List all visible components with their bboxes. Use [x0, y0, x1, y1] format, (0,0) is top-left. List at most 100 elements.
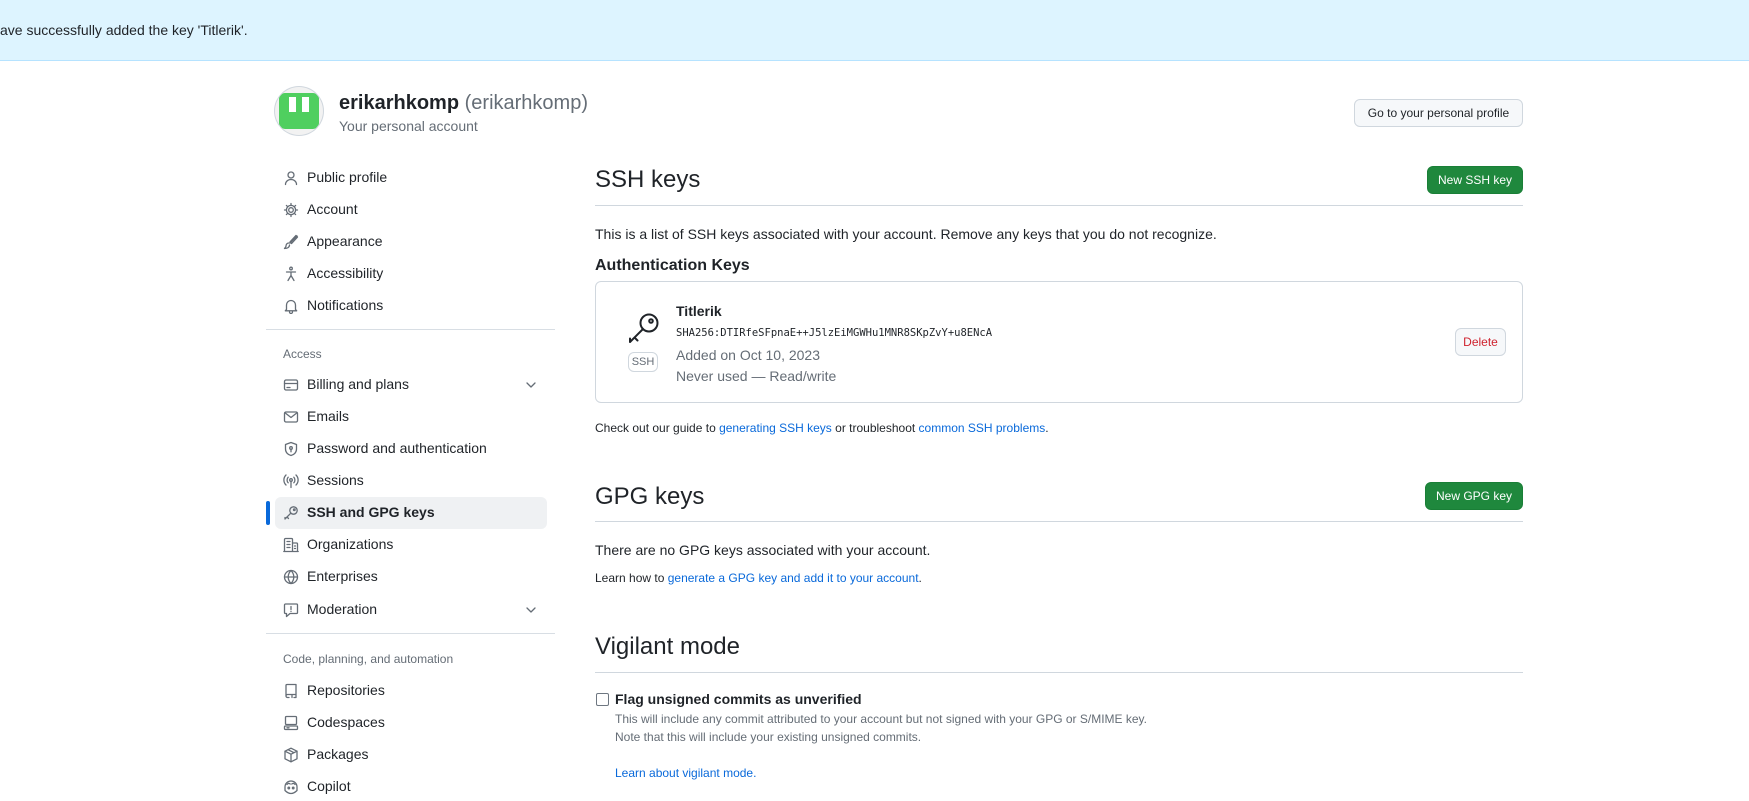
generate-gpg-key-link[interactable]: generate a GPG key and add it to your ac… — [668, 571, 919, 585]
new-gpg-key-button[interactable]: New GPG key — [1425, 482, 1523, 510]
credit-card-icon — [283, 379, 299, 391]
ssh-description: This is a list of SSH keys associated wi… — [595, 226, 1217, 242]
mail-icon — [283, 411, 299, 423]
key-title: Titlerik — [676, 303, 722, 319]
shield-lock-icon — [284, 441, 298, 457]
sidebar-item-label: Sessions — [307, 472, 364, 488]
sidebar-item-label: Organizations — [307, 536, 394, 552]
sidebar-item-ssh-gpg-keys[interactable]: SSH and GPG keys — [275, 497, 547, 529]
active-nav-marker — [266, 501, 270, 525]
flash-banner: ave successfully added the key 'Titlerik… — [0, 0, 1749, 61]
vigilant-note-2: Note that this will include your existin… — [615, 730, 922, 744]
account-username[interactable]: erikarhkomp — [339, 92, 459, 114]
sidebar-item-codespaces[interactable]: Codespaces — [275, 707, 547, 739]
generating-ssh-keys-link[interactable]: generating SSH keys — [719, 421, 832, 435]
vigilant-mode-checkbox[interactable] — [596, 693, 609, 706]
gear-icon — [283, 202, 299, 218]
sidebar-item-label: Account — [307, 201, 358, 217]
key-icon — [284, 506, 298, 520]
chevron-down-icon — [526, 382, 536, 388]
sidebar-item-label: Packages — [307, 746, 369, 762]
sidebar-item-sessions[interactable]: Sessions — [275, 465, 547, 497]
sidebar-item-account[interactable]: Account — [275, 194, 547, 226]
ssh-guide-text: Check out our guide to generating SSH ke… — [595, 421, 1049, 435]
key-usage: Never used — Read/write — [676, 368, 837, 384]
sidebar-item-label: Emails — [307, 408, 350, 424]
organization-icon — [283, 537, 299, 553]
new-ssh-key-button[interactable]: New SSH key — [1427, 166, 1523, 194]
sidebar-item-packages[interactable]: Packages — [275, 739, 547, 771]
sidebar-item-label: Public profile — [307, 169, 388, 185]
delete-key-button[interactable]: Delete — [1455, 328, 1506, 356]
learn-prefix: Learn how to — [595, 571, 668, 585]
sidebar-item-password[interactable]: Password and authentication — [275, 433, 547, 465]
sidebar-item-label: Notifications — [307, 297, 384, 313]
sidebar-divider — [266, 633, 555, 634]
globe-icon — [283, 569, 299, 585]
account-subtitle: Your personal account — [339, 118, 478, 134]
key-icon — [629, 313, 659, 343]
person-icon — [284, 171, 298, 186]
go-to-profile-button[interactable]: Go to your personal profile — [1354, 99, 1523, 127]
package-icon — [284, 747, 298, 763]
section-divider — [595, 205, 1523, 206]
chevron-down-icon — [526, 607, 536, 613]
sidebar-item-label: Appearance — [307, 233, 383, 249]
sidebar-item-enterprises[interactable]: Enterprises — [275, 561, 547, 593]
sidebar-item-label: Enterprises — [307, 568, 378, 584]
learn-suffix: . — [918, 571, 922, 585]
paintbrush-icon — [283, 234, 299, 250]
broadcast-icon — [283, 474, 299, 489]
sidebar-heading-code: Code, planning, and automation — [283, 652, 454, 666]
sidebar-item-organizations[interactable]: Organizations — [275, 529, 547, 561]
accessibility-icon — [285, 266, 297, 282]
guide-prefix: Check out our guide to — [595, 421, 720, 435]
common-ssh-problems-link[interactable]: common SSH problems — [919, 421, 1046, 435]
sidebar-item-appearance[interactable]: Appearance — [275, 226, 547, 258]
key-added-date: Added on Oct 10, 2023 — [676, 347, 820, 363]
authentication-keys-heading: Authentication Keys — [595, 257, 750, 274]
gpg-empty-text: There are no GPG keys associated with yo… — [595, 542, 931, 558]
copilot-icon — [284, 780, 298, 795]
sidebar-item-accessibility[interactable]: Accessibility — [275, 258, 547, 290]
sidebar-divider — [266, 329, 555, 330]
sidebar-item-label: Repositories — [307, 682, 385, 698]
gpg-keys-heading: GPG keys — [595, 483, 705, 510]
guide-mid: or troubleshoot — [831, 421, 919, 435]
key-fingerprint: SHA256:DTIRfeSFpnaE++J5lzEiMGWHu1MNR8SKp… — [676, 327, 993, 339]
section-divider — [595, 521, 1523, 522]
sidebar-item-billing[interactable]: Billing and plans — [275, 369, 547, 401]
sidebar-item-label: Billing and plans — [307, 376, 409, 392]
sidebar-item-public-profile[interactable]: Public profile — [275, 162, 547, 194]
vigilant-mode-heading: Vigilant mode — [595, 633, 740, 660]
account-name: erikarhkomp (erikarhkomp) — [339, 92, 588, 115]
sidebar-item-copilot[interactable]: Copilot — [275, 771, 547, 801]
sidebar-item-moderation[interactable]: Moderation — [275, 594, 547, 626]
codespaces-icon — [283, 715, 299, 731]
bell-icon — [284, 299, 298, 314]
avatar[interactable] — [275, 87, 323, 135]
sidebar-item-label: Copilot — [307, 778, 351, 794]
sidebar-item-label: SSH and GPG keys — [307, 504, 435, 520]
account-handle: (erikarhkomp) — [464, 92, 588, 114]
key-type-badge: SSH — [628, 352, 658, 372]
sidebar-item-emails[interactable]: Emails — [275, 401, 547, 433]
flash-message: ave successfully added the key 'Titlerik… — [0, 22, 248, 38]
sidebar-item-repositories[interactable]: Repositories — [275, 675, 547, 707]
ssh-keys-heading: SSH keys — [595, 166, 701, 193]
sidebar-heading-access: Access — [283, 347, 322, 361]
sidebar-item-label: Password and authentication — [307, 440, 487, 456]
sidebar-item-label: Accessibility — [307, 265, 384, 281]
sidebar-item-label: Moderation — [307, 601, 378, 617]
ssh-key-item: SSH Titlerik SHA256:DTIRfeSFpnaE++J5lzEi… — [595, 281, 1523, 403]
vigilant-note-1: This will include any commit attributed … — [615, 712, 1148, 726]
sidebar-item-notifications[interactable]: Notifications — [275, 290, 547, 322]
vigilant-mode-checkbox-label[interactable]: Flag unsigned commits as unverified — [615, 691, 862, 707]
repo-icon — [285, 683, 297, 699]
gpg-learn-text: Learn how to generate a GPG key and add … — [595, 571, 922, 585]
guide-suffix: . — [1045, 421, 1049, 435]
report-icon — [283, 603, 299, 618]
section-divider — [595, 672, 1523, 673]
sidebar-item-label: Codespaces — [307, 714, 385, 730]
learn-vigilant-mode-link[interactable]: Learn about vigilant mode. — [615, 766, 756, 780]
